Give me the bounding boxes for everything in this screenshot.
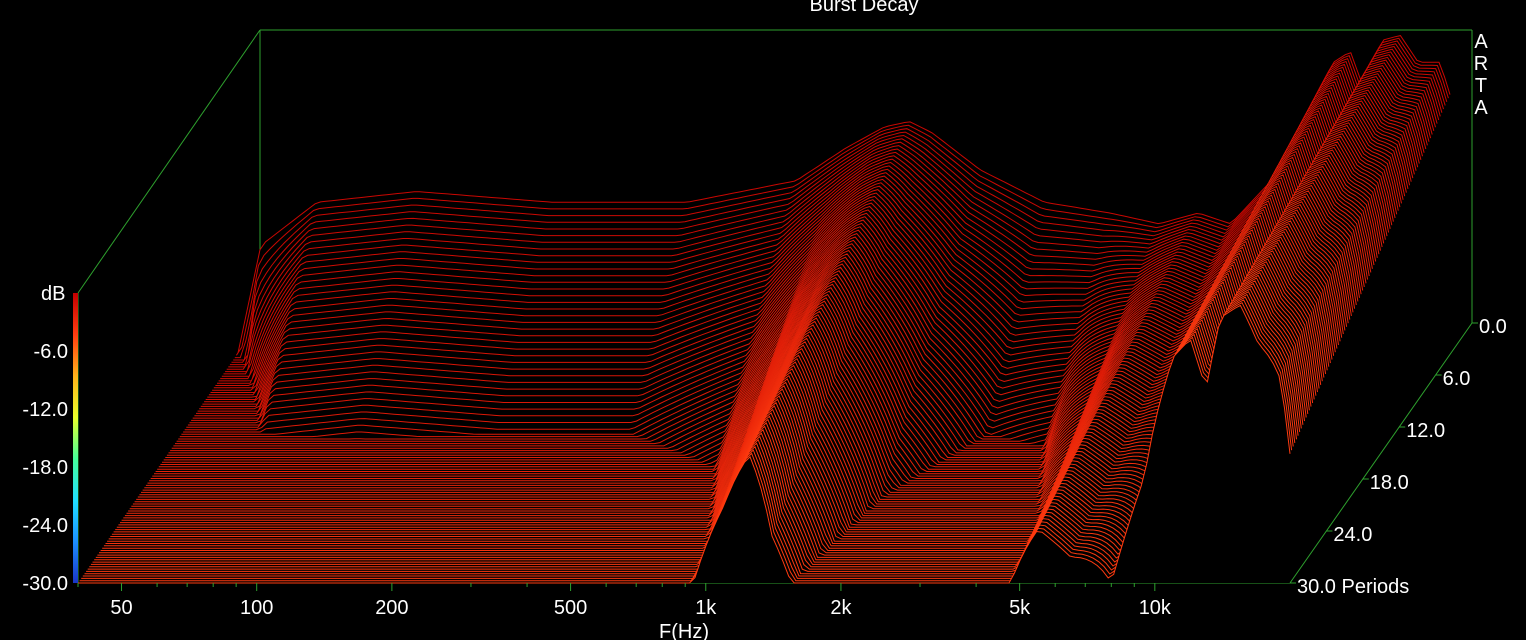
- x-tick-label: 1k: [695, 597, 717, 619]
- box-top-left-edge: [77, 29, 261, 294]
- period-tick-label: 24.0: [1333, 524, 1372, 546]
- z-tick-label: -18.0: [22, 457, 68, 479]
- x-tick-label: 10k: [1139, 597, 1172, 619]
- x-tick-label: 200: [375, 597, 408, 619]
- z-tick-label: -24.0: [22, 515, 68, 537]
- x-tick-label: 100: [240, 597, 273, 619]
- period-tick-label: 0.0: [1479, 316, 1507, 338]
- decay-curves: [78, 35, 1451, 584]
- x-tick-label: 500: [554, 597, 587, 619]
- color-scale-bar: [73, 293, 78, 583]
- x-axis-label: F(Hz): [659, 621, 709, 640]
- z-axis-label: dB: [41, 283, 65, 305]
- x-tick-label: 5k: [1009, 597, 1031, 619]
- x-axis: 50 100 200 500 1k 2k 5k 10k: [77, 583, 1172, 619]
- watermark-letter: A: [1474, 31, 1488, 53]
- watermark-letter: R: [1474, 53, 1488, 75]
- z-tick-label: -12.0: [22, 399, 68, 421]
- waterfall-plot: Burst Decay 50 100 200 500 1k 2k 5k 10k -6.0 -12…: [22, 0, 1507, 640]
- period-tick-label: 6.0: [1443, 368, 1471, 390]
- watermark-letter: T: [1475, 75, 1487, 97]
- period-tick-label: 12.0: [1406, 420, 1445, 442]
- z-tick-label: -30.0: [22, 573, 68, 595]
- x-tick-label: 2k: [830, 597, 852, 619]
- z-axis: -6.0 -12.0 -18.0 -24.0 -30.0: [22, 293, 78, 595]
- period-tick-label: 18.0: [1370, 472, 1409, 494]
- watermark-letter: A: [1474, 97, 1488, 119]
- z-tick-label: -6.0: [34, 341, 68, 363]
- x-tick-label: 50: [110, 597, 132, 619]
- chart-title: Burst Decay: [810, 0, 919, 16]
- arta-watermark: ARTA: [1474, 31, 1489, 119]
- period-tick-label: 30.0 Periods: [1297, 576, 1409, 598]
